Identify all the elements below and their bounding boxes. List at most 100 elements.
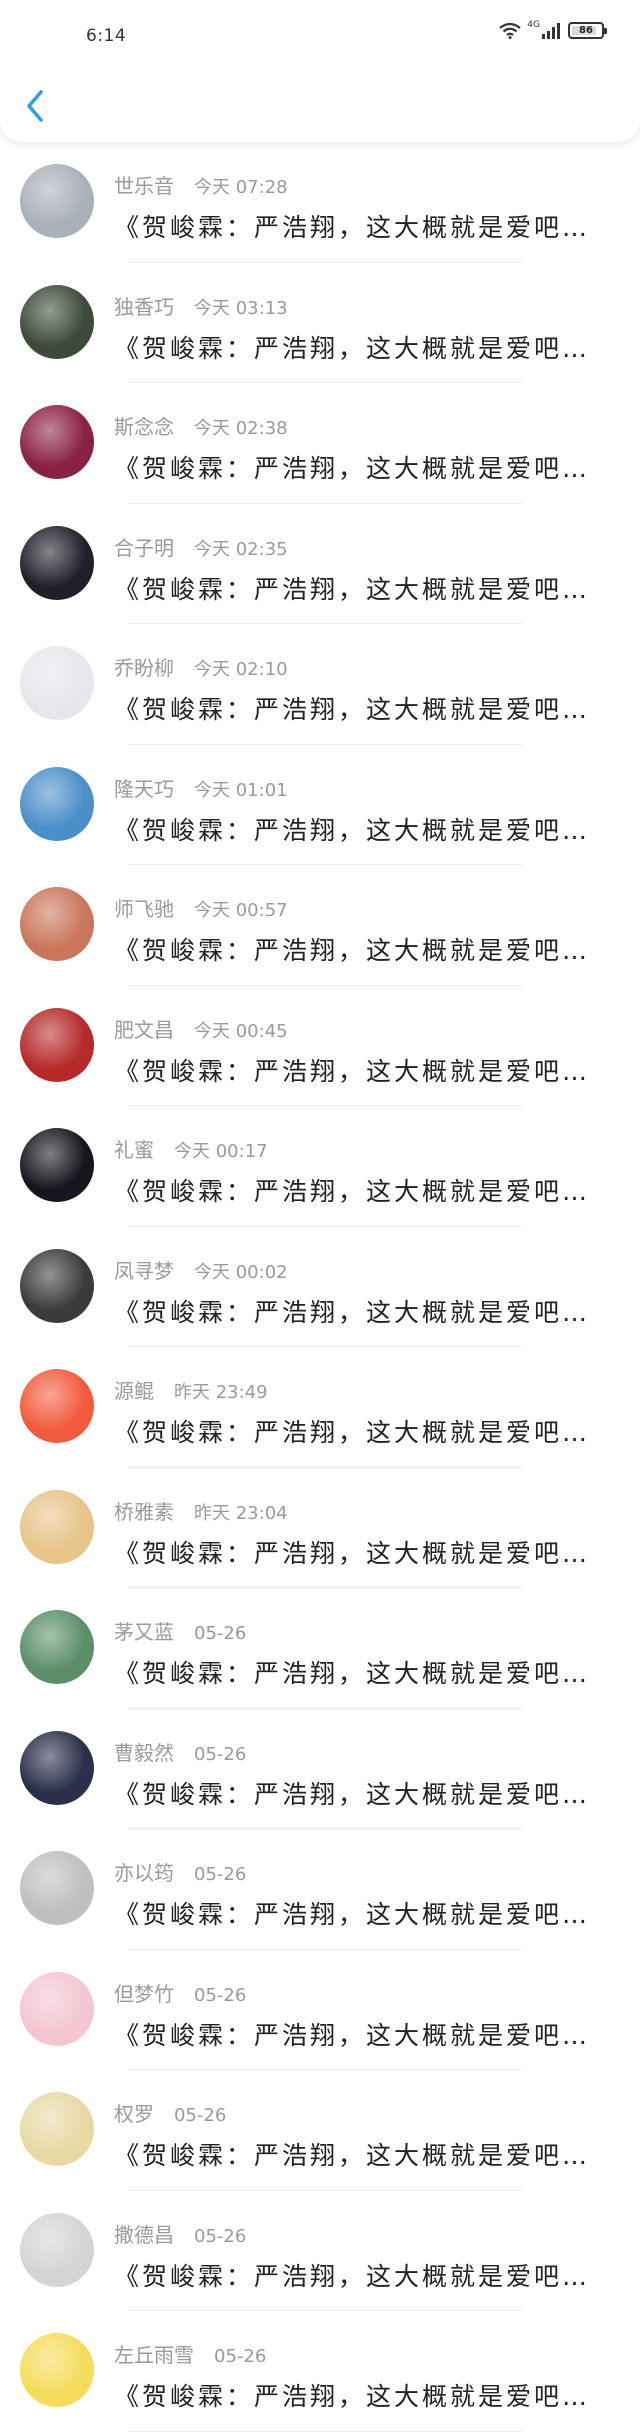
contact-name: 斯念念 (114, 415, 174, 439)
conversation-item[interactable]: 亦以筠 05-26 《贺峻霖：严浩翔，这大概就是爱吧（转）》 (0, 1829, 640, 1950)
avatar[interactable] (20, 525, 94, 600)
avatar[interactable] (20, 164, 94, 238)
conversation-item[interactable]: 独香巧 今天 03:13 《贺峻霖：严浩翔，这大概就是爱吧（转）》 (0, 263, 640, 383)
message-time: 05-26 (194, 1623, 247, 1644)
avatar[interactable] (20, 646, 94, 720)
conversation-meta: 左丘雨雪 05-26 (114, 2339, 266, 2368)
contact-name: 曹毅然 (114, 1740, 174, 1765)
message-preview: 《贺峻霖：严浩翔，这大概就是爱吧（转）》 (114, 1056, 608, 1086)
conversation-meta: 曹毅然 05-26 (114, 1737, 246, 1766)
message-time: 昨天 23:04 (194, 1502, 288, 1524)
contact-name: 但梦竹 (114, 1981, 174, 2006)
conversation-meta: 世乐音 今天 07:28 (114, 170, 288, 199)
message-preview: 《贺峻霖：严浩翔，这大概就是爱吧（转）》 (114, 1779, 608, 1809)
message-preview: 《贺峻霖：严浩翔，这大概就是爱吧（转）》 (114, 1297, 608, 1327)
message-preview: 《贺峻霖：严浩翔，这大概就是爱吧（转）》 (114, 695, 608, 724)
message-time: 05-26 (174, 2105, 227, 2126)
message-preview: 《贺峻霖：严浩翔，这大概就是爱吧（转）》 (114, 815, 608, 845)
message-time: 05-26 (194, 1864, 247, 1885)
conversation-item[interactable]: 乔盼柳 今天 02:10 《贺峻霖：严浩翔，这大概就是爱吧（转）》 (0, 624, 640, 745)
message-time: 05-26 (214, 2346, 267, 2367)
message-preview: 《贺峻霖：严浩翔，这大概就是爱吧（转）》 (114, 1900, 608, 1929)
conversation-item[interactable]: 但梦竹 05-26 《贺峻霖：严浩翔，这大概就是爱吧（转）》 (0, 1950, 640, 2070)
contact-name: 茅又蓝 (114, 1620, 174, 1644)
contact-name: 合子明 (114, 535, 174, 560)
conversation-item[interactable]: 凤寻梦 今天 00:02 《贺峻霖：严浩翔，这大概就是爱吧（转）》 (0, 1227, 640, 1347)
message-time: 今天 02:35 (194, 538, 288, 560)
network-type: 4G (527, 19, 540, 30)
contact-name: 桥雅素 (114, 1499, 174, 1524)
message-preview: 《贺峻霖：严浩翔，这大概就是爱吧（转）》 (114, 2141, 608, 2170)
conversation-item[interactable]: 礼蜜 今天 00:17 《贺峻霖：严浩翔，这大概就是爱吧（转）》 (0, 1106, 640, 1227)
avatar[interactable] (20, 1489, 94, 1564)
avatar[interactable] (20, 766, 94, 841)
message-preview: 《贺峻霖：严浩翔，这大概就是爱吧（转）》 (114, 213, 608, 242)
conversation-meta: 凤寻梦 今天 00:02 (114, 1255, 288, 1284)
conversation-item[interactable]: 隆天巧 今天 01:01 《贺峻霖：严浩翔，这大概就是爱吧（转）》 (0, 745, 640, 865)
battery-level: 86 (579, 25, 593, 36)
avatar[interactable] (20, 2092, 94, 2166)
conversation-item[interactable]: 师飞驰 今天 00:57 《贺峻霖：严浩翔，这大概就是爱吧（转）》 (0, 865, 640, 986)
message-preview: 《贺峻霖：严浩翔，这大概就是爱吧（转）》 (114, 2261, 608, 2291)
message-preview: 《贺峻霖：严浩翔，这大概就是爱吧（转）》 (114, 333, 608, 363)
message-time: 今天 00:17 (174, 1141, 268, 1162)
conversation-meta: 肥文昌 今天 00:45 (114, 1014, 288, 1043)
conversation-meta: 权罗 05-26 (114, 2098, 226, 2127)
message-time: 今天 00:45 (194, 1020, 288, 1042)
message-time: 今天 00:57 (194, 900, 288, 921)
divider (128, 2430, 522, 2432)
contact-name: 左丘雨雪 (114, 2343, 194, 2367)
message-time: 今天 02:38 (194, 418, 288, 439)
avatar[interactable] (20, 1730, 94, 1805)
conversation-item[interactable]: 合子明 今天 02:35 《贺峻霖：严浩翔，这大概就是爱吧（转）》 (0, 504, 640, 624)
status-time: 6:14 (86, 26, 127, 46)
message-preview: 《贺峻霖：严浩翔，这大概就是爱吧（转）》 (114, 2020, 608, 2050)
contact-name: 源鲲 (114, 1379, 154, 1403)
message-time: 今天 00:02 (194, 1261, 288, 1283)
message-preview: 《贺峻霖：严浩翔，这大概就是爱吧（转）》 (114, 2382, 608, 2411)
conversation-item[interactable]: 源鲲 昨天 23:49 《贺峻霖：严浩翔，这大概就是爱吧（转）》 (0, 1347, 640, 1468)
conversation-item[interactable]: 权罗 05-26 《贺峻霖：严浩翔，这大概就是爱吧（转）》 (0, 2070, 640, 2191)
conversation-item[interactable]: 茅又蓝 05-26 《贺峻霖：严浩翔，这大概就是爱吧（转）》 (0, 1588, 640, 1709)
contact-name: 撒德昌 (114, 2222, 174, 2247)
conversation-item[interactable]: 斯念念 今天 02:38 《贺峻霖：严浩翔，这大概就是爱吧（转）》 (0, 383, 640, 504)
back-button[interactable] (18, 88, 52, 128)
message-preview: 《贺峻霖：严浩翔，这大概就是爱吧（转）》 (114, 1538, 608, 1568)
avatar[interactable] (20, 1971, 94, 2046)
avatar[interactable] (20, 405, 94, 479)
contact-name: 师飞驰 (114, 897, 174, 921)
avatar[interactable] (20, 1851, 94, 1925)
message-time: 05-26 (194, 1984, 247, 2006)
conversation-meta: 师飞驰 今天 00:57 (114, 893, 288, 922)
message-time: 昨天 23:49 (174, 1382, 268, 1403)
message-time: 今天 03:13 (194, 297, 288, 319)
conversation-item[interactable]: 世乐音 今天 07:28 《贺峻霖：严浩翔，这大概就是爱吧（转）》 (0, 142, 640, 263)
message-time: 05-26 (194, 1743, 247, 1765)
message-preview: 《贺峻霖：严浩翔，这大概就是爱吧（转）》 (114, 1418, 608, 1447)
conversation-list: 世乐音 今天 07:28 《贺峻霖：严浩翔，这大概就是爱吧（转）》 独香巧 今天 03:… (0, 142, 640, 2432)
avatar[interactable] (20, 2212, 94, 2287)
avatar[interactable] (20, 2333, 94, 2407)
conversation-item[interactable]: 左丘雨雪 05-26 《贺峻霖：严浩翔，这大概就是爱吧（转）》 (0, 2311, 640, 2432)
signal-icon (542, 22, 562, 39)
contact-name: 乔盼柳 (114, 656, 174, 680)
conversation-item[interactable]: 撒德昌 05-26 《贺峻霖：严浩翔，这大概就是爱吧（转）》 (0, 2191, 640, 2311)
conversation-meta: 源鲲 昨天 23:49 (114, 1375, 268, 1404)
message-time: 今天 02:10 (194, 659, 288, 680)
conversation-meta: 乔盼柳 今天 02:10 (114, 652, 288, 681)
avatar[interactable] (20, 1128, 94, 1202)
conversation-item[interactable]: 曹毅然 05-26 《贺峻霖：严浩翔，这大概就是爱吧（转）》 (0, 1709, 640, 1829)
message-time: 今天 07:28 (194, 177, 288, 198)
conversation-meta: 斯念念 今天 02:38 (114, 411, 288, 440)
conversation-meta: 撒德昌 05-26 (114, 2219, 246, 2248)
conversation-item[interactable]: 桥雅素 昨天 23:04 《贺峻霖：严浩翔，这大概就是爱吧（转）》 (0, 1468, 640, 1588)
avatar[interactable] (20, 1248, 94, 1323)
avatar[interactable] (20, 1369, 94, 1443)
contact-name: 凤寻梦 (114, 1258, 174, 1283)
avatar[interactable] (20, 1610, 94, 1684)
conversation-item[interactable]: 肥文昌 今天 00:45 《贺峻霖：严浩翔，这大概就是爱吧（转）》 (0, 986, 640, 1106)
conversation-meta: 茅又蓝 05-26 (114, 1616, 246, 1645)
avatar[interactable] (20, 284, 94, 359)
avatar[interactable] (20, 887, 94, 961)
avatar[interactable] (20, 1007, 94, 1082)
